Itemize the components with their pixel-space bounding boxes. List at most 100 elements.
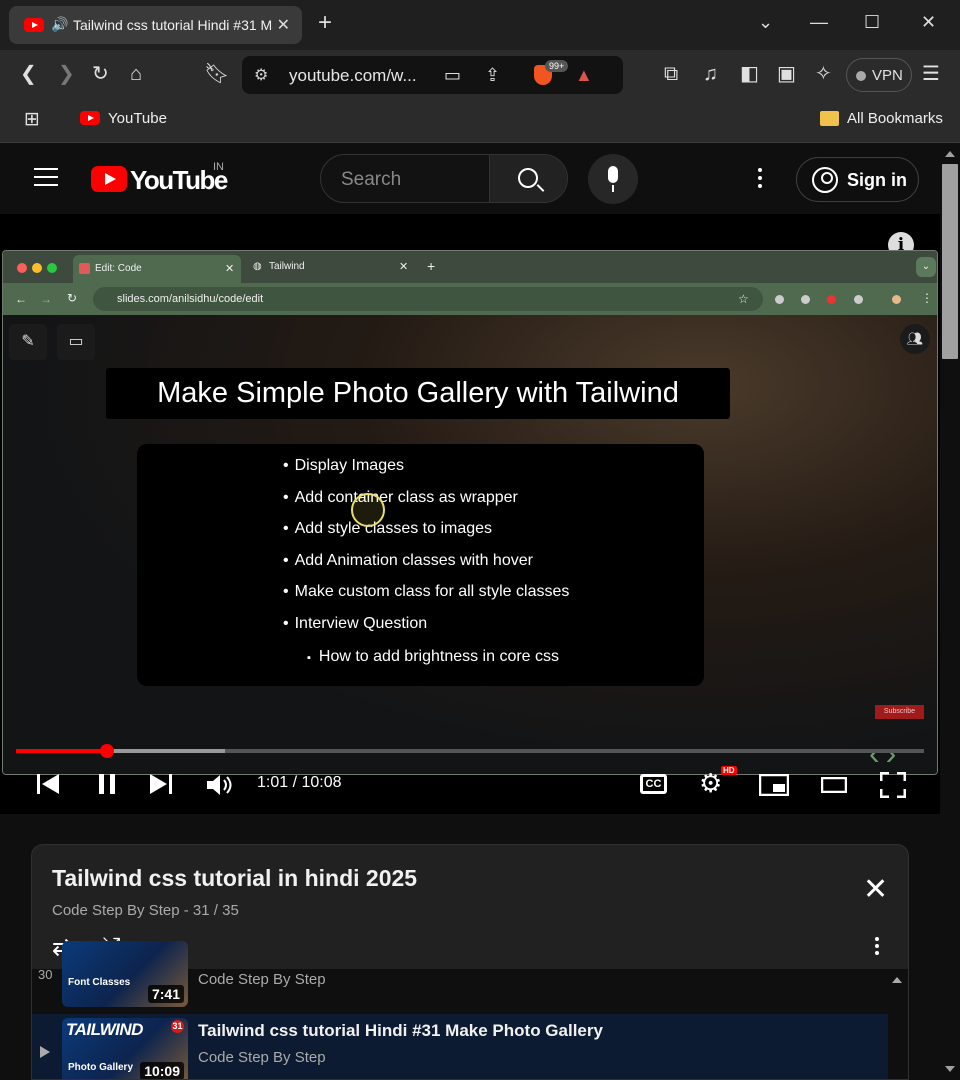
minimize-button[interactable]: — bbox=[810, 12, 828, 33]
forward-icon[interactable]: ❯ bbox=[58, 62, 75, 86]
reload-icon[interactable]: ↻ bbox=[92, 62, 109, 86]
embedded-menu-icon: ⋮ bbox=[921, 291, 933, 305]
slide-bullets: Display Images Add container class as wr… bbox=[137, 444, 704, 686]
address-bar[interactable]: ⚙ youtube.com/w... ▭ ⇪ 99+ ▲ bbox=[242, 56, 623, 94]
apps-grid-icon[interactable]: ⊞ bbox=[24, 108, 40, 132]
next-icon[interactable] bbox=[150, 774, 172, 794]
globe-icon: ◍ bbox=[253, 261, 262, 272]
youtube-bookmark-icon[interactable] bbox=[80, 111, 100, 125]
scrollbar-thumb[interactable] bbox=[942, 164, 958, 359]
sidebar-icon[interactable]: ◧ bbox=[740, 62, 759, 86]
back-icon[interactable]: ❮ bbox=[20, 62, 37, 86]
thumb-number: 31 bbox=[171, 1020, 184, 1033]
sign-in-label: Sign in bbox=[847, 170, 907, 190]
share-icon[interactable]: ⇪ bbox=[485, 63, 500, 87]
maximize-button[interactable]: ☐ bbox=[864, 12, 880, 33]
cursor-highlight bbox=[351, 493, 385, 527]
list-item-current[interactable]: TAILWIND 31 Photo Gallery 10:09 Tailwind… bbox=[32, 1014, 888, 1079]
settings-gear-icon[interactable]: ⚙ bbox=[699, 768, 722, 799]
bookmark-youtube[interactable]: YouTube bbox=[108, 110, 167, 127]
played-bar bbox=[16, 749, 107, 753]
search-box[interactable]: Search bbox=[320, 154, 568, 203]
close-playlist-icon[interactable]: ✕ bbox=[863, 875, 888, 905]
extensions-icon[interactable]: ⧉ bbox=[664, 62, 678, 86]
embedded-avatar-icon bbox=[892, 295, 901, 304]
video-title[interactable]: Tailwind css tutorial Hindi #31 Make Pho… bbox=[198, 1021, 603, 1041]
scroll-up-arrow-icon[interactable] bbox=[945, 151, 955, 157]
playlist-subtitle[interactable]: Code Step By Step - 31 / 35 bbox=[52, 902, 239, 919]
sign-in-button[interactable]: Sign in bbox=[796, 157, 919, 202]
thumb-caption: Font Classes bbox=[68, 977, 131, 988]
player-controls: 1:01 / 10:08 CC ⚙ HD bbox=[0, 762, 940, 806]
scroll-down-arrow-icon[interactable] bbox=[945, 1066, 955, 1072]
embedded-star-icon: ☆ bbox=[738, 292, 749, 306]
speaker-icon[interactable]: 🔊 bbox=[51, 16, 68, 33]
browser-tab-youtube[interactable]: 🔊 Tailwind css tutorial Hindi #31 Make P… bbox=[9, 6, 302, 44]
thumb-brand: TAILWIND bbox=[66, 1020, 143, 1039]
settings-kebab-icon[interactable] bbox=[758, 168, 762, 192]
embedded-ext-icon bbox=[854, 295, 863, 304]
cast-icon[interactable]: ▭ bbox=[444, 63, 461, 87]
video-thumbnail[interactable]: Font Classes 7:41 bbox=[62, 941, 188, 1007]
search-button[interactable] bbox=[489, 155, 567, 202]
channel-name[interactable]: Code Step By Step bbox=[198, 971, 326, 988]
theater-mode-icon[interactable] bbox=[821, 777, 847, 793]
youtube-header: YouTube IN Search Sign in bbox=[0, 144, 940, 214]
volume-icon[interactable] bbox=[207, 774, 235, 796]
playlist-menu-icon[interactable] bbox=[875, 937, 879, 958]
leo-ai-icon[interactable]: ✧ bbox=[815, 62, 832, 86]
bookmark-icon[interactable]: 🔖︎ bbox=[204, 62, 229, 86]
embedded-tab-label: Tailwind bbox=[269, 261, 305, 272]
captions-button[interactable]: CC bbox=[640, 774, 667, 794]
bullet-list: Display Images Add container class as wr… bbox=[283, 456, 570, 679]
voice-search-icon[interactable] bbox=[588, 154, 638, 204]
wallet-icon[interactable]: ▣ bbox=[777, 62, 796, 86]
tab-search-chevron-icon[interactable]: ⌄ bbox=[758, 12, 773, 33]
list-item[interactable]: 30 Font Classes 7:41 Code Step By Step bbox=[32, 941, 888, 1007]
video-player[interactable]: i Edit: Code ✕ ◍ Tailwind ✕ + ⌄ ← → ↻ sl… bbox=[0, 214, 940, 814]
home-icon[interactable]: ⌂ bbox=[130, 62, 142, 86]
scroll-up-icon[interactable] bbox=[892, 977, 902, 983]
vpn-status-icon bbox=[856, 71, 866, 81]
guide-menu-icon[interactable] bbox=[34, 168, 58, 186]
playlist-items: 30 Font Classes 7:41 Code Step By Step T… bbox=[32, 941, 908, 1079]
embedded-tab-label: Edit: Code bbox=[95, 263, 142, 274]
vpn-button[interactable]: VPN bbox=[846, 58, 912, 92]
youtube-logo-icon[interactable] bbox=[91, 166, 127, 192]
address-url[interactable]: youtube.com/w... bbox=[289, 66, 417, 86]
collaborators-icon: 👥︎ bbox=[900, 324, 930, 354]
embedded-reload-icon: ↻ bbox=[67, 291, 78, 305]
progress-bar[interactable] bbox=[16, 744, 924, 758]
search-input[interactable]: Search bbox=[341, 169, 401, 191]
sub-bullet-item: How to add brightness in core css bbox=[283, 647, 569, 679]
new-tab-button[interactable]: + bbox=[318, 10, 332, 36]
site-settings-icon[interactable]: ⚙ bbox=[254, 65, 268, 85]
all-bookmarks[interactable]: All Bookmarks bbox=[847, 110, 943, 127]
embedded-forward-icon: → bbox=[40, 292, 52, 306]
maximize-dot-icon bbox=[47, 263, 57, 273]
embedded-newtab-icon: + bbox=[427, 258, 436, 274]
playlist-title[interactable]: Tailwind css tutorial in hindi 2025 bbox=[52, 865, 417, 892]
video-thumbnail[interactable]: TAILWIND 31 Photo Gallery 10:09 bbox=[62, 1018, 188, 1079]
embedded-address-bar: ← → ↻ slides.com/anilsidhu/code/edit ☆ ⋮ bbox=[3, 283, 937, 315]
page-scrollbar[interactable] bbox=[940, 144, 960, 1080]
close-dot-icon bbox=[17, 263, 27, 273]
media-icon[interactable]: ♫ bbox=[703, 62, 718, 86]
previous-icon[interactable] bbox=[37, 774, 59, 794]
channel-name[interactable]: Code Step By Step bbox=[198, 1049, 326, 1066]
slides-favicon-icon bbox=[79, 263, 90, 274]
fullscreen-icon[interactable] bbox=[880, 772, 906, 798]
bullet-item: Display Images bbox=[283, 456, 569, 488]
close-tab-icon[interactable]: ✕ bbox=[277, 15, 290, 35]
miniplayer-icon[interactable] bbox=[759, 774, 789, 796]
embedded-chevron-icon: ⌄ bbox=[916, 257, 936, 277]
browser-toolbar: ❮ ❯ ↻ ⌂ 🔖︎ ⚙ youtube.com/w... ▭ ⇪ 99+ ▲ … bbox=[0, 50, 960, 100]
account-icon bbox=[812, 167, 838, 193]
close-window-button[interactable]: ✕ bbox=[921, 12, 936, 33]
pause-icon[interactable] bbox=[97, 774, 117, 794]
brave-rewards-icon[interactable]: ▲ bbox=[575, 63, 593, 87]
folder-icon[interactable] bbox=[820, 111, 839, 126]
scrubber-handle[interactable] bbox=[99, 744, 114, 758]
minimize-dot-icon bbox=[32, 263, 42, 273]
menu-icon[interactable]: ☰ bbox=[922, 62, 940, 86]
